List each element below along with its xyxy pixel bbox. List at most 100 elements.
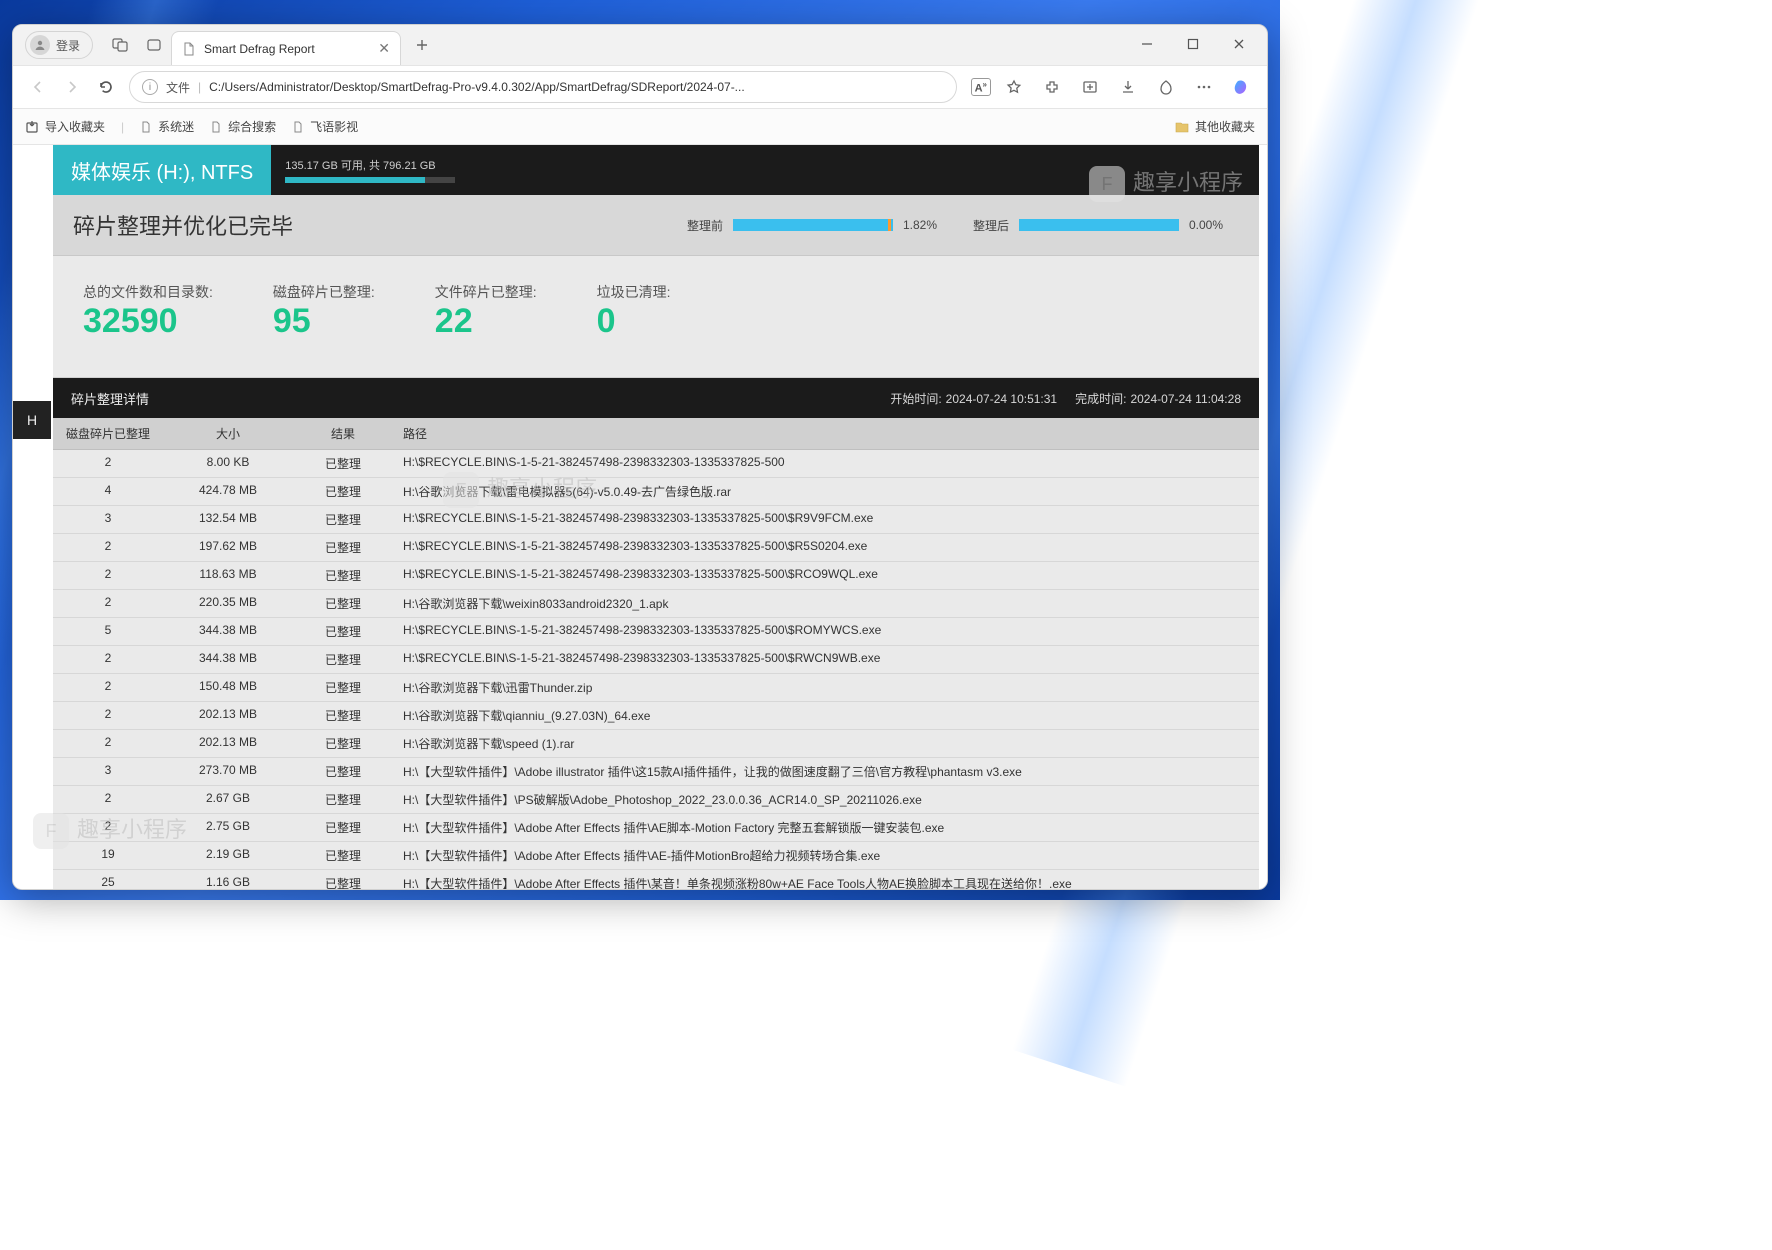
address-input[interactable]: i 文件 | C:/Users/Administrator/Desktop/Sm… (129, 71, 957, 103)
cell-size: 118.63 MB (163, 562, 293, 590)
window-maximize-button[interactable] (1171, 29, 1215, 59)
cell-frag: 25 (53, 870, 163, 890)
cell-size: 344.38 MB (163, 646, 293, 674)
cell-frag: 5 (53, 618, 163, 646)
drive-header: 媒体娱乐 (H:), NTFS 135.17 GB 可用, 共 796.21 G… (53, 145, 1259, 195)
settings-more-icon[interactable] (1189, 72, 1219, 102)
cell-size: 2.67 GB (163, 786, 293, 814)
copilot-icon[interactable] (1227, 72, 1257, 102)
cell-size: 150.48 MB (163, 674, 293, 702)
cell-path: H:\【大型软件插件】\Adobe After Effects 插件\AE脚本-… (393, 814, 1259, 842)
cell-result: 已整理 (293, 674, 393, 702)
table-row: 2150.48 MB已整理H:\谷歌浏览器下载\迅雷Thunder.zip (53, 674, 1259, 702)
page-file-icon (182, 42, 196, 56)
drive-usage-fill (285, 177, 424, 183)
cell-result: 已整理 (293, 814, 393, 842)
tab-actions-icon[interactable] (137, 28, 171, 62)
cell-path: H:\$RECYCLE.BIN\S-1-5-21-382457498-23983… (393, 618, 1259, 646)
cell-result: 已整理 (293, 786, 393, 814)
login-label: 登录 (56, 37, 80, 54)
status-row: 碎片整理并优化已完毕 整理前 1.82% 整理后 0.00% (53, 195, 1259, 256)
table-row: 2344.38 MB已整理H:\$RECYCLE.BIN\S-1-5-21-38… (53, 646, 1259, 674)
nav-forward-button[interactable] (57, 72, 87, 102)
summary-stats: 总的文件数和目录数: 32590 磁盘碎片已整理: 95 文件碎片已整理: 22… (53, 256, 1259, 378)
bookmark-item[interactable]: 综合搜索 (210, 118, 276, 135)
other-favorites-button[interactable]: 其他收藏夹 (1175, 118, 1255, 135)
cell-frag: 2 (53, 730, 163, 758)
cell-result: 已整理 (293, 758, 393, 786)
cell-size: 2.75 GB (163, 814, 293, 842)
cell-path: H:\【大型软件插件】\Adobe illustrator 插件\这15款AI插… (393, 758, 1259, 786)
workspaces-icon[interactable] (103, 28, 137, 62)
import-favorites-button[interactable]: 导入收藏夹 (25, 118, 105, 135)
address-url: C:/Users/Administrator/Desktop/SmartDefr… (209, 80, 745, 94)
table-row: 3273.70 MB已整理H:\【大型软件插件】\Adobe illustrat… (53, 758, 1259, 786)
drive-side-tab[interactable]: H (13, 401, 51, 439)
new-tab-button[interactable] (405, 28, 439, 62)
start-time-label: 开始时间: (890, 392, 941, 406)
info-icon[interactable]: i (142, 79, 158, 95)
table-row: 5344.38 MB已整理H:\$RECYCLE.BIN\S-1-5-21-38… (53, 618, 1259, 646)
cell-size: 2.19 GB (163, 842, 293, 870)
details-table: 磁盘碎片已整理 大小 结果 路径 28.00 KB已整理H:\$RECYCLE.… (53, 418, 1259, 889)
end-time: 2024-07-24 11:04:28 (1130, 392, 1241, 406)
cell-size: 220.35 MB (163, 590, 293, 618)
table-row: 22.75 GB已整理H:\【大型软件插件】\Adobe After Effec… (53, 814, 1259, 842)
status-title: 碎片整理并优化已完毕 (73, 209, 293, 241)
after-bar (1019, 219, 1179, 231)
cell-result: 已整理 (293, 450, 393, 478)
cell-result: 已整理 (293, 534, 393, 562)
cell-frag: 2 (53, 702, 163, 730)
col-size: 大小 (163, 418, 293, 450)
details-header: 碎片整理详情 开始时间:2024-07-24 10:51:31 完成时间:202… (53, 378, 1259, 418)
cell-result: 已整理 (293, 646, 393, 674)
cell-result: 已整理 (293, 618, 393, 646)
browser-essentials-icon[interactable] (1151, 72, 1181, 102)
before-pct: 1.82% (903, 218, 953, 232)
cell-path: H:\$RECYCLE.BIN\S-1-5-21-382457498-23983… (393, 562, 1259, 590)
page-content[interactable]: H 媒体娱乐 (H:), NTFS 135.17 GB 可用, 共 796.21… (13, 145, 1267, 889)
login-button[interactable]: 登录 (25, 31, 93, 59)
window-controls (1125, 29, 1261, 65)
cell-frag: 2 (53, 814, 163, 842)
cell-size: 344.38 MB (163, 618, 293, 646)
start-time: 2024-07-24 10:51:31 (946, 392, 1057, 406)
drive-usage-text: 135.17 GB 可用, 共 796.21 GB (285, 157, 455, 173)
favorite-star-icon[interactable] (999, 72, 1029, 102)
cell-size: 197.62 MB (163, 534, 293, 562)
col-result: 结果 (293, 418, 393, 450)
table-row: 192.19 GB已整理H:\【大型软件插件】\Adobe After Effe… (53, 842, 1259, 870)
browser-tab[interactable]: Smart Defrag Report ✕ (171, 31, 401, 65)
browser-window: 登录 Smart Defrag Report ✕ (12, 24, 1268, 890)
stat-file: 22 (435, 302, 537, 341)
stat-junk: 0 (597, 302, 671, 341)
after-pct: 0.00% (1189, 218, 1239, 232)
bookmark-item[interactable]: 系统迷 (140, 118, 194, 135)
cell-path: H:\$RECYCLE.BIN\S-1-5-21-382457498-23983… (393, 646, 1259, 674)
nav-back-button[interactable] (23, 72, 53, 102)
table-row: 2220.35 MB已整理H:\谷歌浏览器下载\weixin8033androi… (53, 590, 1259, 618)
downloads-icon[interactable] (1113, 72, 1143, 102)
window-close-button[interactable] (1217, 29, 1261, 59)
window-minimize-button[interactable] (1125, 29, 1169, 59)
stat-total-label: 总的文件数和目录数: (83, 282, 213, 302)
cell-path: H:\【大型软件插件】\Adobe After Effects 插件\某音！单条… (393, 870, 1259, 890)
extensions-icon[interactable] (1037, 72, 1067, 102)
nav-refresh-button[interactable] (91, 72, 121, 102)
cell-frag: 2 (53, 786, 163, 814)
cell-size: 424.78 MB (163, 478, 293, 506)
titlebar: 登录 Smart Defrag Report ✕ (13, 25, 1267, 65)
tab-close-button[interactable]: ✕ (378, 40, 390, 57)
cell-result: 已整理 (293, 842, 393, 870)
cell-path: H:\谷歌浏览器下载\weixin8033android2320_1.apk (393, 590, 1259, 618)
details-title: 碎片整理详情 (71, 389, 149, 408)
cell-frag: 2 (53, 562, 163, 590)
read-aloud-icon[interactable]: A» (971, 78, 991, 97)
after-label: 整理后 (973, 217, 1009, 234)
table-row: 2118.63 MB已整理H:\$RECYCLE.BIN\S-1-5-21-38… (53, 562, 1259, 590)
before-label: 整理前 (687, 217, 723, 234)
bookmark-item[interactable]: 飞语影视 (292, 118, 358, 135)
collections-icon[interactable] (1075, 72, 1105, 102)
table-row: 2202.13 MB已整理H:\谷歌浏览器下载\speed (1).rar (53, 730, 1259, 758)
cell-path: H:\谷歌浏览器下载\speed (1).rar (393, 730, 1259, 758)
